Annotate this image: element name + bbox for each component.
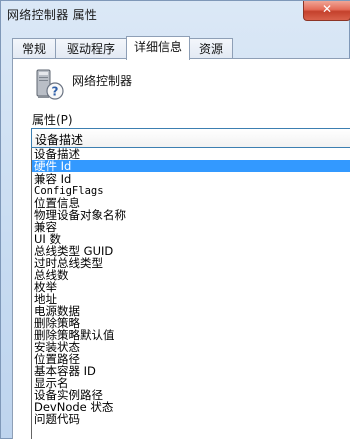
tab-driver[interactable]: 驱动程序 <box>55 38 127 59</box>
property-option[interactable]: 总线数 <box>32 269 350 281</box>
tab-resources[interactable]: 资源 <box>189 38 233 59</box>
property-option[interactable]: 过时总线类型 <box>32 257 350 269</box>
device-name: 网络控制器 <box>72 74 133 88</box>
svg-text:?: ? <box>52 85 59 99</box>
window-title: 网络控制器 属性 <box>7 8 98 22</box>
unknown-device-icon: ? <box>36 69 64 100</box>
property-option[interactable]: 枚举 <box>32 281 350 293</box>
property-label: 属性(P) <box>32 113 73 127</box>
property-select-value: 设备描述 <box>35 133 84 147</box>
property-option-highlighted[interactable]: 硬件 Id <box>32 160 350 172</box>
property-option[interactable]: 设备描述 <box>32 148 350 160</box>
property-option[interactable]: 问题代码 <box>32 413 350 425</box>
title-bar[interactable]: 网络控制器 属性 ✕ <box>1 1 350 29</box>
close-icon: ✕ <box>321 2 333 16</box>
property-option[interactable]: 基本容器 ID <box>32 365 350 377</box>
details-panel: ? 网络控制器 属性(P) 设备描述 设备描述 硬件 Id 兼容 Id Conf… <box>12 58 350 439</box>
properties-dialog: 网络控制器 属性 ✕ 常规 驱动程序 详细信息 资源 ? 网络控制器 属性(P)… <box>0 0 350 439</box>
tab-details[interactable]: 详细信息 <box>126 36 190 60</box>
property-option[interactable]: 兼容 <box>32 221 350 233</box>
property-option[interactable]: 物理设备对象名称 <box>32 209 350 221</box>
close-button[interactable]: ✕ <box>303 1 350 21</box>
property-select[interactable]: 设备描述 <box>31 128 350 148</box>
property-option[interactable]: 兼容 Id <box>32 173 350 185</box>
tab-general[interactable]: 常规 <box>12 38 56 59</box>
property-dropdown-list[interactable]: 设备描述 硬件 Id 兼容 Id ConfigFlags 位置信息 物理设备对象… <box>31 148 350 439</box>
